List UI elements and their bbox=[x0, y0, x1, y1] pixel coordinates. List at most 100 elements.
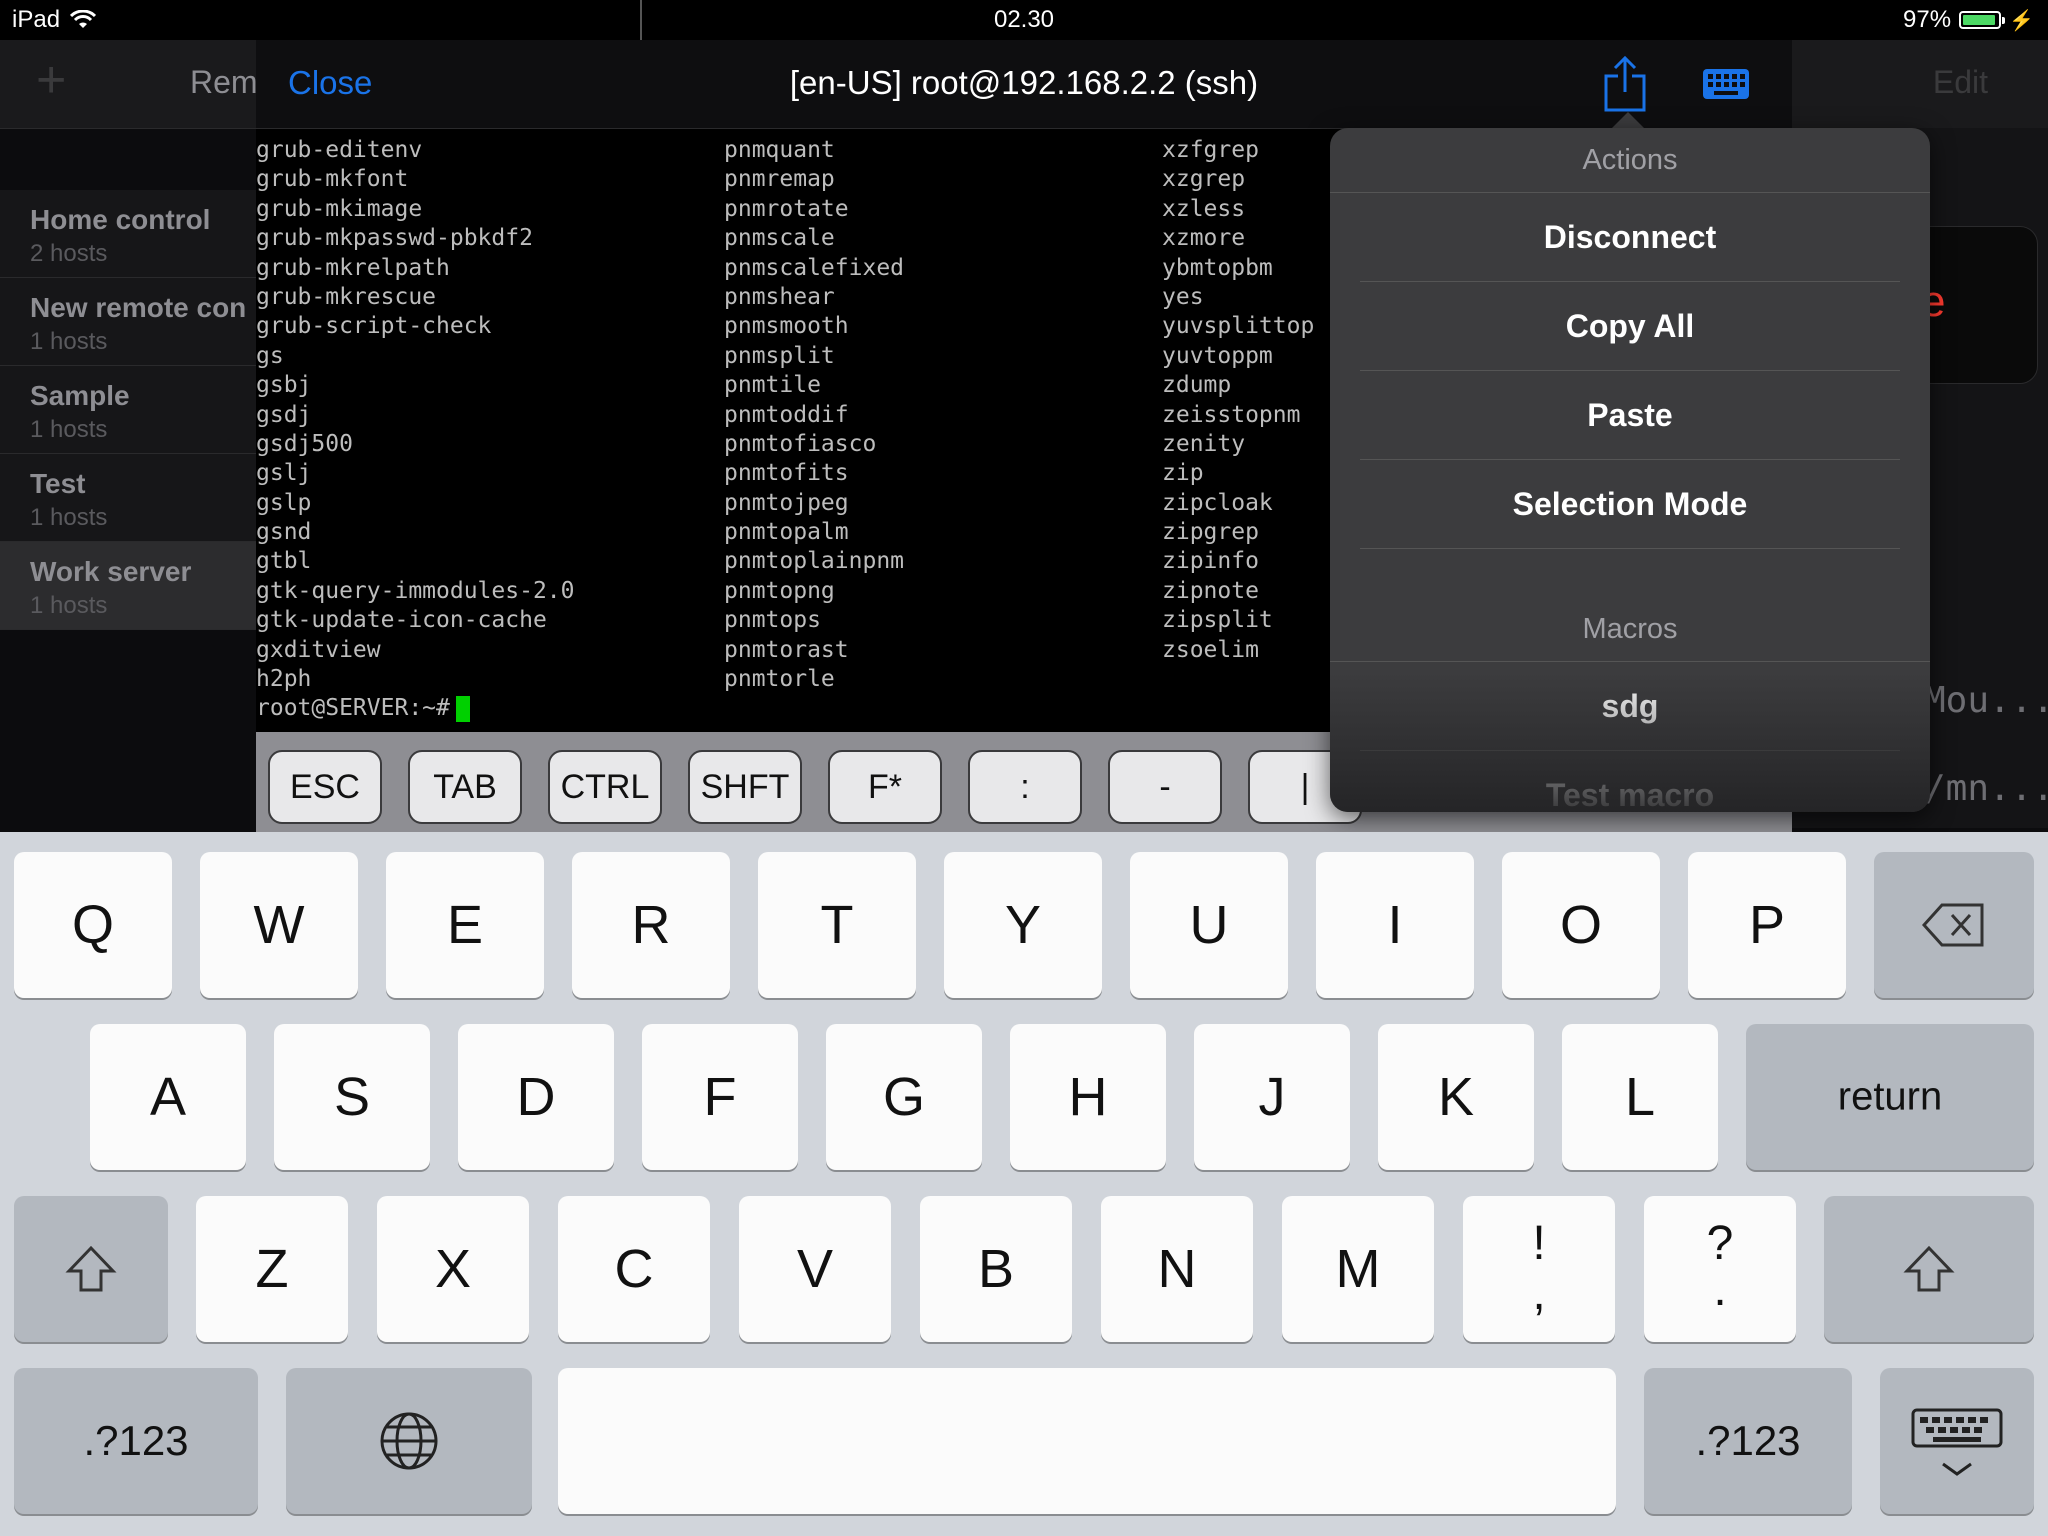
key-l[interactable]: L bbox=[1562, 1024, 1718, 1170]
terminal-line: pnmtopng bbox=[724, 577, 835, 604]
hide-keyboard-key[interactable] bbox=[1880, 1368, 2034, 1514]
special-key[interactable]: F* bbox=[828, 750, 942, 824]
terminal-line: yuvsplittop bbox=[1162, 313, 1315, 340]
special-key[interactable]: TAB bbox=[408, 750, 522, 824]
terminal-prompt: root@SERVER:~# bbox=[256, 695, 450, 722]
macro-item[interactable]: Test macro bbox=[1360, 751, 1900, 812]
key-z-label: Z bbox=[255, 1239, 289, 1299]
share-icon[interactable] bbox=[1602, 54, 1648, 114]
key-c[interactable]: C bbox=[558, 1196, 710, 1342]
key-w[interactable]: W bbox=[200, 852, 358, 998]
keyboard-icon[interactable] bbox=[1702, 68, 1750, 100]
key-m[interactable]: M bbox=[1282, 1196, 1434, 1342]
key-s[interactable]: S bbox=[274, 1024, 430, 1170]
action-item[interactable]: Copy All bbox=[1360, 282, 1900, 371]
special-key[interactable]: : bbox=[968, 750, 1082, 824]
key-d[interactable]: D bbox=[458, 1024, 614, 1170]
key-h[interactable]: H bbox=[1010, 1024, 1166, 1170]
key-g[interactable]: G bbox=[826, 1024, 982, 1170]
key-j[interactable]: J bbox=[1194, 1024, 1350, 1170]
terminal-line: gslj bbox=[256, 460, 312, 487]
key-y[interactable]: Y bbox=[944, 852, 1102, 998]
key-z[interactable]: Z bbox=[196, 1196, 348, 1342]
key-e-label: E bbox=[446, 895, 484, 955]
terminal-line: zipcloak bbox=[1162, 489, 1273, 516]
key-p[interactable]: P bbox=[1688, 852, 1846, 998]
host-group-item[interactable]: Sample 1 hosts bbox=[0, 366, 256, 454]
host-group-item[interactable]: Test 1 hosts bbox=[0, 454, 256, 542]
special-key[interactable]: ESC bbox=[268, 750, 382, 824]
key-k-label: K bbox=[1437, 1067, 1475, 1127]
status-right: 97% ⚡ bbox=[1903, 6, 2034, 34]
key-f-label: F bbox=[703, 1067, 737, 1127]
action-item[interactable]: Paste bbox=[1360, 371, 1900, 460]
terminal-line: pnmtofits bbox=[724, 460, 849, 487]
return-key[interactable]: return bbox=[1746, 1024, 2034, 1170]
key-y-label: Y bbox=[1004, 895, 1042, 955]
space-key[interactable] bbox=[558, 1368, 1616, 1514]
key-x[interactable]: X bbox=[377, 1196, 529, 1342]
key-u[interactable]: U bbox=[1130, 852, 1288, 998]
terminal-line: zipgrep bbox=[1162, 519, 1259, 546]
key-n[interactable]: N bbox=[1101, 1196, 1253, 1342]
terminal-line: zeisstopnm bbox=[1162, 401, 1301, 428]
key-question-period[interactable]: ?. bbox=[1644, 1196, 1796, 1342]
numbers-key-right[interactable]: .?123 bbox=[1644, 1368, 1852, 1514]
terminal-line: gsdj bbox=[256, 401, 312, 428]
terminal-line: grub-script-check bbox=[256, 313, 492, 340]
add-icon[interactable]: + bbox=[36, 54, 66, 106]
key-a[interactable]: A bbox=[90, 1024, 246, 1170]
key-q[interactable]: Q bbox=[14, 852, 172, 998]
globe-key[interactable] bbox=[286, 1368, 532, 1514]
shift-key-left[interactable] bbox=[14, 1196, 168, 1342]
globe-icon bbox=[380, 1412, 438, 1470]
status-time: 02.30 bbox=[993, 6, 1055, 33]
host-group-item[interactable]: Work server 1 hosts bbox=[0, 542, 256, 630]
host-group-item[interactable]: Home control 2 hosts bbox=[0, 190, 256, 278]
action-item[interactable]: Selection Mode bbox=[1360, 460, 1900, 549]
special-key[interactable]: - bbox=[1108, 750, 1222, 824]
key-e[interactable]: E bbox=[386, 852, 544, 998]
actions-popover: Actions Disconnect Copy All Paste Selection… bbox=[1330, 128, 1930, 812]
key-exclamation-comma[interactable]: !, bbox=[1463, 1196, 1615, 1342]
action-item[interactable]: Disconnect bbox=[1360, 193, 1900, 282]
shift-key-right[interactable] bbox=[1824, 1196, 2034, 1342]
key-i-label: I bbox=[1387, 895, 1403, 955]
terminal-line: pnmtoplainpnm bbox=[724, 548, 905, 575]
terminal-line: yuvtoppm bbox=[1162, 342, 1273, 369]
special-key[interactable]: SHFT bbox=[688, 750, 802, 824]
terminal-column-1: grub-editenv grub-mkfont grub-mkimage grub-… bbox=[256, 136, 575, 724]
background-nav-title: Rem bbox=[190, 64, 258, 100]
terminal-column-2: pnmquant pnmremap pnmrotate pnmscale pnmscal… bbox=[724, 136, 904, 694]
actions-list: Disconnect Copy All Paste Selection Mode bbox=[1330, 193, 1930, 549]
key-g-label: G bbox=[882, 1067, 925, 1127]
host-group-item[interactable]: New remote con 1 hosts bbox=[0, 278, 256, 366]
special-key[interactable]: CTRL bbox=[548, 750, 662, 824]
key-o[interactable]: O bbox=[1502, 852, 1660, 998]
terminal-line: pnmscalefixed bbox=[724, 254, 905, 281]
key-r[interactable]: R bbox=[572, 852, 730, 998]
host-group-name: New remote con bbox=[30, 292, 247, 323]
terminal-line: pnmtorast bbox=[724, 636, 849, 663]
numbers-key-left-label: .?123 bbox=[83, 1417, 189, 1464]
terminal-line: gtk-update-icon-cache bbox=[256, 607, 547, 634]
terminal-line: gsbj bbox=[256, 372, 312, 399]
numbers-key-left[interactable]: .?123 bbox=[14, 1368, 258, 1514]
terminal-output[interactable]: grub-editenv grub-mkfont grub-mkimage grub-… bbox=[256, 128, 1336, 768]
key-f[interactable]: F bbox=[642, 1024, 798, 1170]
key-j-label: J bbox=[1258, 1067, 1286, 1127]
macros-list: sdg Test macro bbox=[1330, 662, 1930, 812]
backspace-key[interactable] bbox=[1874, 852, 2034, 998]
terminal-line: xzgrep bbox=[1162, 166, 1246, 193]
terminal-line: pnmtoddif bbox=[724, 401, 849, 428]
key-k[interactable]: K bbox=[1378, 1024, 1534, 1170]
key-v[interactable]: V bbox=[739, 1196, 891, 1342]
terminal-line: grub-mkrescue bbox=[256, 283, 437, 310]
macro-item[interactable]: sdg bbox=[1360, 662, 1900, 751]
terminal-line: pnmscale bbox=[724, 225, 835, 252]
edit-button[interactable]: Edit bbox=[1933, 64, 1988, 101]
key-b[interactable]: B bbox=[920, 1196, 1072, 1342]
key-i[interactable]: I bbox=[1316, 852, 1474, 998]
terminal-line: pnmquant bbox=[724, 137, 835, 163]
key-t[interactable]: T bbox=[758, 852, 916, 998]
